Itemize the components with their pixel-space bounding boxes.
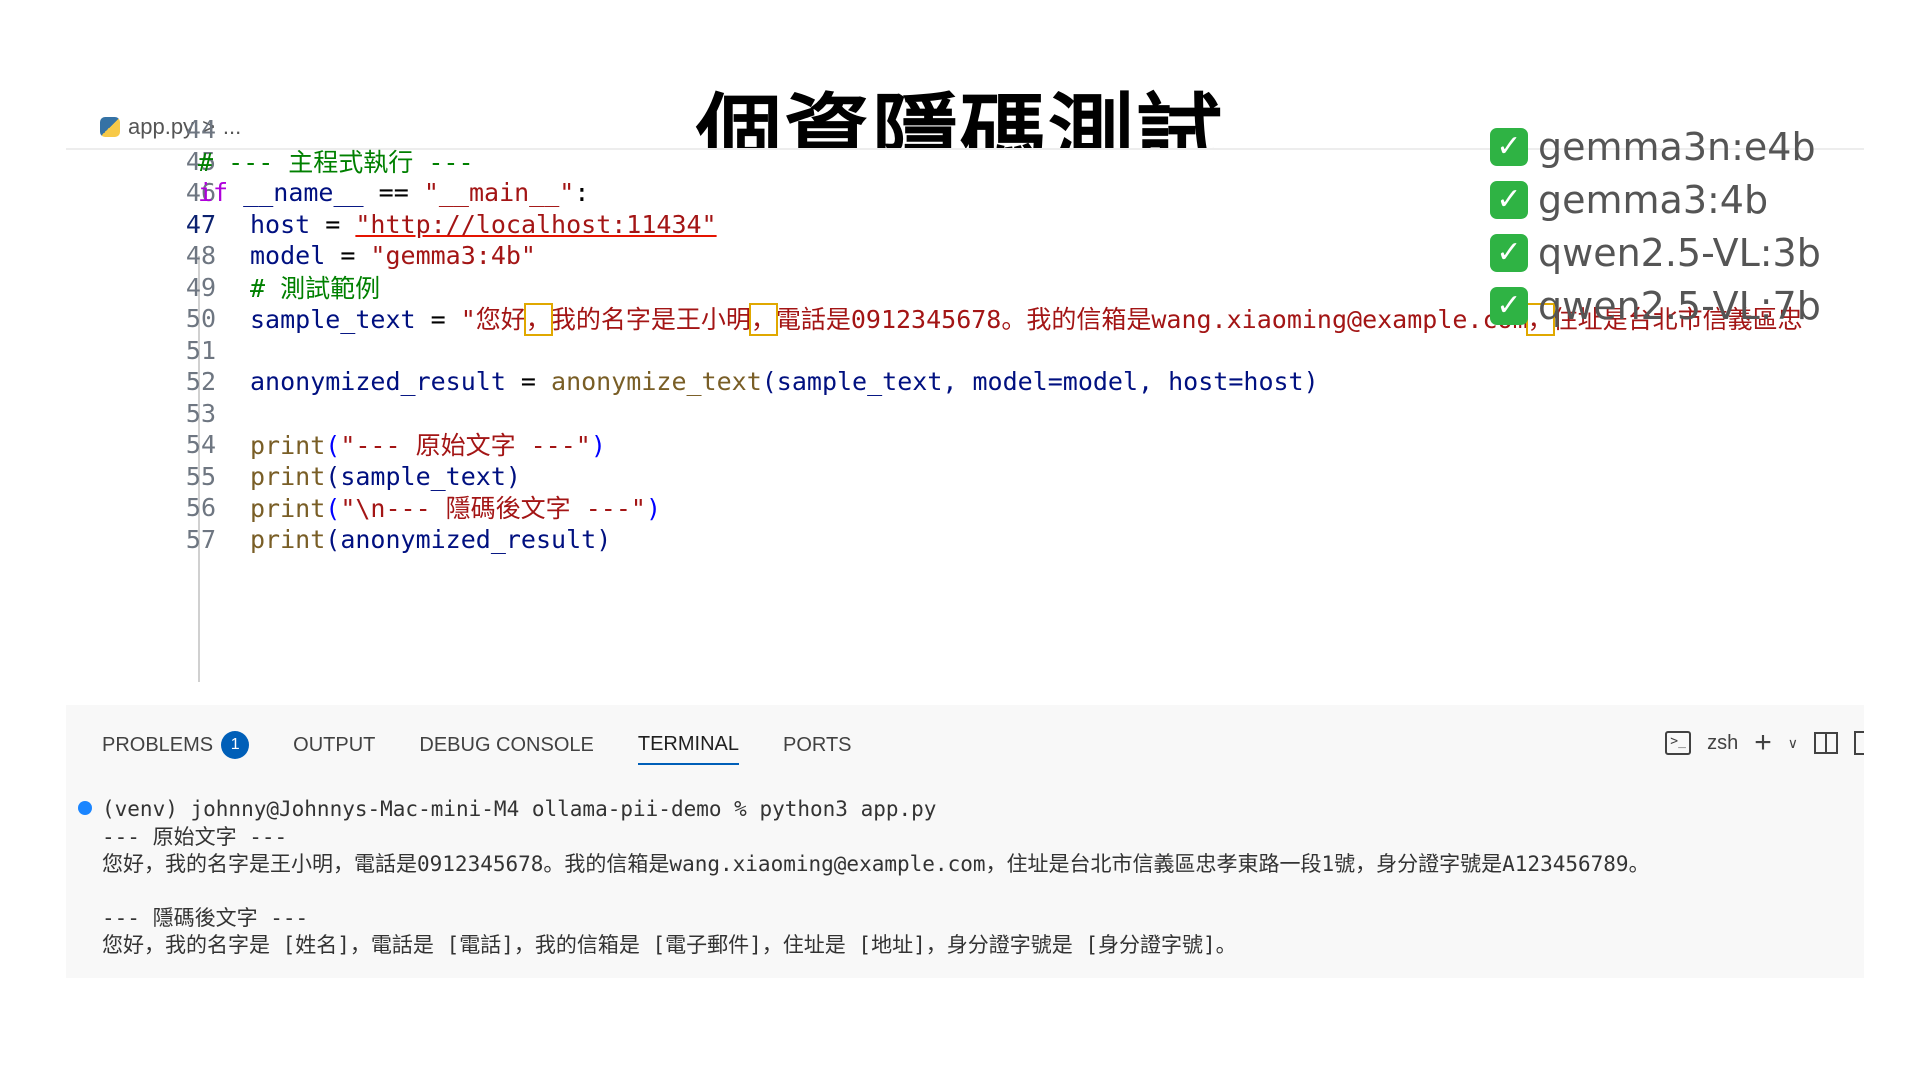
line-number: 49 [185, 272, 216, 302]
token-op: = [505, 366, 552, 396]
model-label: gemma3:4b [1538, 177, 1769, 222]
check-icon: ✓ [1490, 127, 1528, 166]
token-string: "--- 原始文字 ---" [340, 431, 591, 460]
tab-label: DEBUG CONSOLE [419, 733, 594, 756]
bottom-panel: PROBLEMS 1 OUTPUT DEBUG CONSOLE TERMINAL… [66, 705, 1864, 978]
terminal-output[interactable]: (venv) johnny@Johnnys-Mac-mini-M4 ollama… [78, 795, 1862, 957]
token-string: 我的名字是王小明 [550, 305, 751, 334]
line-number-active: 47 [185, 209, 216, 239]
line-number: 44 [185, 114, 216, 144]
problems-count-badge: 1 [221, 731, 250, 759]
new-terminal-icon[interactable]: + [1754, 728, 1772, 758]
code-line-47: host = "http://localhost:11434" [250, 210, 717, 239]
chevron-down-icon[interactable]: ∨ [1788, 735, 1798, 752]
terminal-line: 您好，我的名字是王小明，電話是0912345678。我的信箱是wang.xiao… [102, 851, 1650, 876]
token-print: print [250, 461, 326, 491]
split-terminal-icon[interactable] [1814, 732, 1838, 754]
code-line-52: anonymized_result = anonymize_text(sampl… [250, 367, 1319, 396]
token-op: == [363, 177, 424, 207]
tab-label: PORTS [782, 733, 852, 756]
code-line-54: print("--- 原始文字 ---") [250, 426, 606, 462]
breadcrumb-more[interactable]: ... [223, 114, 241, 140]
token-print: print [250, 524, 326, 554]
tab-output[interactable]: OUTPUT [293, 725, 375, 765]
model-label: gemma3n:e4b [1538, 124, 1816, 169]
model-item: ✓ qwen2.5-VL:7b [1490, 279, 1821, 332]
token-op: = [310, 209, 356, 239]
model-checklist: ✓ gemma3n:e4b ✓ gemma3:4b ✓ qwen2.5-VL:3… [1490, 120, 1821, 332]
check-icon: ✓ [1490, 286, 1528, 325]
token-op: = [325, 240, 371, 270]
line-number: 48 [185, 240, 216, 270]
tab-label: PROBLEMS [102, 733, 214, 756]
token-host: host [250, 209, 311, 239]
code-line-55: print(sample_text) [250, 462, 521, 491]
token-op: = [415, 305, 461, 334]
line-number: 52 [185, 366, 216, 396]
token-paren: ( [325, 494, 341, 523]
token-string: "您好 [460, 305, 526, 334]
tab-terminal[interactable]: TERMINAL [637, 725, 739, 765]
line-number: 55 [185, 461, 216, 491]
keyword-if: if [198, 177, 229, 207]
panel-toolbar: >_ zsh + ∨ [1665, 728, 1864, 758]
token-paren: ( [325, 431, 341, 460]
code-comment: # --- 主程式執行 --- [198, 148, 474, 177]
trash-icon[interactable] [1854, 731, 1864, 755]
token-url-string[interactable]: "http://localhost:11434" [355, 210, 716, 239]
terminal-line: --- 原始文字 --- [102, 824, 288, 849]
line-number: 56 [185, 492, 216, 522]
token-function: anonymize_text [551, 366, 762, 396]
terminal-line: 您好，我的名字是 [姓名]，電話是 [電話]，我的信箱是 [電子郵件]，住址是 … [102, 932, 1237, 957]
panel-tabs: PROBLEMS 1 OUTPUT DEBUG CONSOLE TERMINAL… [102, 725, 852, 765]
model-item: ✓ qwen2.5-VL:3b [1490, 226, 1821, 279]
code-line-57: print(anonymized_result) [250, 525, 611, 554]
tab-ports[interactable]: PORTS [783, 725, 852, 765]
code-line-56: print("\n--- 隱碼後文字 ---") [250, 489, 661, 525]
model-label: qwen2.5-VL:7b [1538, 283, 1821, 328]
token-sample-text: sample_text [250, 305, 416, 334]
code-line-48: model = "gemma3:4b" [250, 241, 536, 270]
tab-label: TERMINAL [637, 732, 739, 755]
token-name: __name__ [243, 177, 364, 207]
line-number: 54 [185, 429, 216, 459]
highlighted-comma: ， [748, 303, 778, 336]
highlighted-comma: ， [523, 303, 553, 336]
line-number: 53 [185, 398, 216, 428]
token-string: "\n--- 隱碼後文字 ---" [340, 494, 646, 523]
terminal-icon[interactable]: >_ [1665, 731, 1692, 755]
line-number: 51 [185, 335, 216, 365]
token-string: 電話是0912345678。我的信箱是wang.xiaoming@example… [775, 305, 1528, 334]
tab-problems[interactable]: PROBLEMS 1 [102, 725, 250, 765]
token-string: "__main__" [423, 177, 575, 207]
tab-label: OUTPUT [293, 733, 376, 756]
token-paren: ) [590, 431, 606, 460]
token-model: model [250, 240, 326, 270]
token-colon: : [574, 177, 590, 207]
terminal-line: --- 隱碼後文字 --- [102, 905, 309, 930]
token-args: (sample_text, model=model, host=host) [761, 366, 1319, 396]
token-print: print [250, 431, 326, 460]
model-item: ✓ gemma3n:e4b [1490, 120, 1821, 173]
token-anonymized-result: anonymized_result [250, 366, 506, 396]
check-icon: ✓ [1490, 233, 1528, 272]
model-label: qwen2.5-VL:3b [1538, 230, 1821, 275]
shell-name[interactable]: zsh [1707, 732, 1738, 755]
token-string: "gemma3:4b" [370, 240, 536, 270]
token-paren: ) [645, 494, 662, 523]
code-line-46: if __name__ == "__main__": [198, 178, 589, 207]
token-args: (anonymized_result) [325, 524, 612, 554]
line-number: 57 [185, 524, 216, 554]
token-print: print [250, 494, 326, 523]
terminal-line: (venv) johnny@Johnnys-Mac-mini-M4 ollama… [102, 796, 937, 821]
command-status-dot-icon [78, 801, 92, 815]
check-icon: ✓ [1490, 180, 1528, 219]
token-args: (sample_text) [325, 461, 521, 491]
tab-debug-console[interactable]: DEBUG CONSOLE [419, 725, 593, 765]
model-item: ✓ gemma3:4b [1490, 173, 1821, 226]
line-number: 50 [185, 303, 216, 333]
